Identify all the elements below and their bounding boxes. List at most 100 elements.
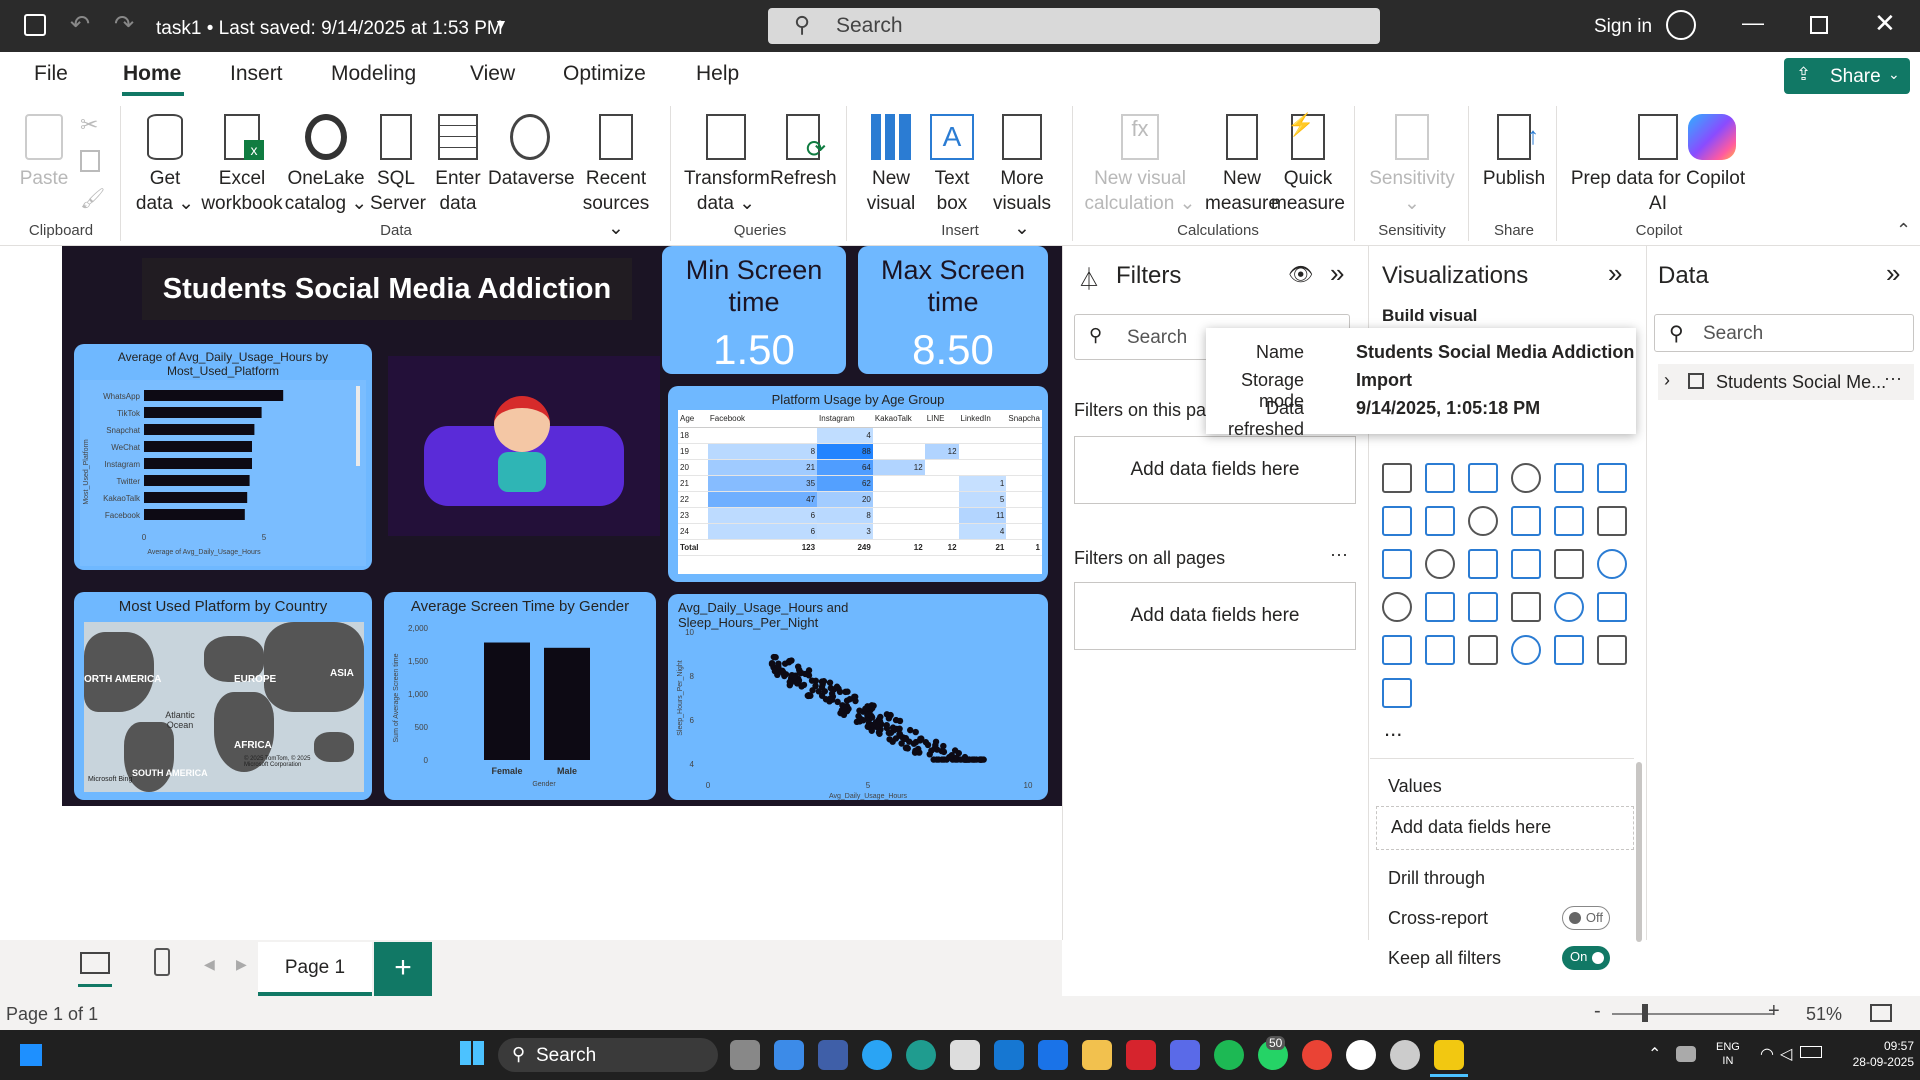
desktop-layout-icon[interactable] [80,952,110,974]
collapse-viz-icon[interactable]: » [1608,258,1622,289]
visual-type-icon[interactable] [1597,463,1627,493]
edge-icon[interactable] [906,1040,936,1070]
more-options-icon[interactable]: ··· [1884,368,1902,389]
text-box-button[interactable]: A Text box [924,114,980,216]
visual-type-icon[interactable] [1511,592,1541,622]
visual-type-icon[interactable] [1597,635,1627,665]
visual-type-icon[interactable] [1511,463,1541,493]
refresh-button[interactable]: ⟳ Refresh [770,114,837,191]
zoom-slider-track[interactable] [1612,1013,1774,1015]
fit-to-page-icon[interactable] [1870,1004,1892,1022]
visual-type-icon[interactable] [1382,549,1412,579]
save-icon[interactable] [24,14,46,36]
undo-icon[interactable]: ↶ [70,10,90,39]
new-measure-button[interactable]: New measure [1204,114,1280,216]
new-visual-calculation-button[interactable]: fx New visual calculation ⌄ [1082,114,1198,216]
keep-filters-toggle[interactable]: On [1562,946,1610,970]
more-options-icon[interactable]: ··· [1330,544,1348,565]
mobile-layout-icon[interactable] [154,948,170,976]
menu-optimize[interactable]: Optimize [563,62,646,86]
chevron-up-icon[interactable]: ⌃ [1648,1044,1661,1064]
quick-measure-button[interactable]: ⚡ Quick measure [1270,112,1346,216]
zoom-level[interactable]: 51% [1806,1004,1842,1025]
devhome-icon[interactable] [818,1040,848,1070]
visual-type-icon[interactable] [1425,592,1455,622]
visual-type-icon[interactable] [1554,635,1584,665]
copy-icon[interactable] [80,150,100,172]
onelake-catalog-button[interactable]: OneLake catalog ⌄ [284,114,368,216]
zoom-slider-thumb[interactable] [1642,1004,1648,1022]
maximize-icon[interactable] [1810,16,1828,34]
more-visuals-ellipsis[interactable]: ... [1384,716,1402,742]
dataverse-button[interactable]: Dataverse [488,114,575,191]
outlook-icon[interactable] [994,1040,1024,1070]
visual-type-icon[interactable] [1382,592,1412,622]
global-search-box[interactable]: ⚲ Search [768,8,1380,44]
country-map[interactable]: Most Used Platform by Country ORTH AMERI… [74,592,372,800]
spotify-icon[interactable] [1214,1040,1244,1070]
viz-scrollbar[interactable] [1636,762,1642,942]
visual-type-icon[interactable] [1425,635,1455,665]
help-icon[interactable] [862,1040,892,1070]
visual-type-icon[interactable] [1554,549,1584,579]
visual-type-icon[interactable] [1511,549,1541,579]
store-icon[interactable] [950,1040,980,1070]
powerbi-icon[interactable] [1434,1040,1464,1070]
visual-type-icon[interactable] [1425,463,1455,493]
volume-icon[interactable]: ◁ [1780,1044,1792,1064]
cut-icon[interactable]: ✂ [80,112,98,138]
visual-type-icon[interactable] [1425,506,1455,536]
start-button-icon[interactable] [460,1041,484,1065]
data-search-input[interactable]: ⚲ Search [1654,314,1914,352]
file-explorer-icon[interactable] [1082,1040,1112,1070]
tray-icon[interactable] [1676,1046,1696,1062]
visual-type-icon[interactable] [1597,549,1627,579]
cross-report-toggle[interactable]: Off [1562,906,1610,930]
visual-type-icon[interactable] [1468,592,1498,622]
visual-type-icon[interactable] [1382,463,1412,493]
gender-bar-chart[interactable]: Average Screen Time by Gender 2,000 1,500… [384,592,656,800]
redo-icon[interactable]: ↷ [114,10,134,39]
visual-type-icon[interactable] [1468,635,1498,665]
wifi-icon[interactable]: ◠ [1760,1044,1774,1064]
platform-bar-chart[interactable]: Average of Avg_Daily_Usage_Hours by Most… [74,344,372,570]
vscode-icon[interactable] [774,1040,804,1070]
visual-type-icon[interactable] [1554,592,1584,622]
format-painter-icon[interactable]: 🖌 [80,186,105,211]
recent-sources-button[interactable]: Recent sources ⌄ [574,114,658,241]
menu-view[interactable]: View [470,62,515,86]
visual-type-icon[interactable] [1468,463,1498,493]
title-dropdown-icon[interactable]: ▼ [494,16,508,32]
task-view-icon[interactable] [730,1040,760,1070]
visual-type-icon[interactable] [1597,592,1627,622]
visual-type-icon[interactable] [1597,506,1627,536]
enter-data-button[interactable]: Enter data [430,114,486,216]
taskbar-search[interactable]: ⚲ Search [498,1038,718,1072]
add-page-button[interactable]: + [374,942,432,996]
sql-server-button[interactable]: SQL Server [370,114,426,216]
minimize-icon[interactable]: — [1742,10,1764,36]
language-indicator[interactable]: ENG IN [1716,1040,1740,1068]
visual-type-icon[interactable] [1425,549,1455,579]
collapse-data-icon[interactable]: » [1886,258,1900,289]
eye-icon[interactable]: 👁 [1288,262,1313,287]
visual-type-icon[interactable] [1554,506,1584,536]
menu-home[interactable]: Home [123,62,181,86]
app-icon[interactable] [1038,1040,1068,1070]
zoom-in-icon[interactable]: + [1768,1000,1780,1023]
page-tab-1[interactable]: Page 1 [258,942,372,996]
menu-modeling[interactable]: Modeling [331,62,416,86]
collapse-filters-icon[interactable]: » [1330,258,1344,289]
publish-button[interactable]: ↑ Publish [1476,114,1552,191]
get-data-button[interactable]: Get data ⌄ [134,114,196,216]
visual-type-icon[interactable] [1382,506,1412,536]
filters-this-page-drop[interactable]: Add data fields here [1074,436,1356,504]
visual-type-icon[interactable] [1468,549,1498,579]
visual-type-icon[interactable] [1554,463,1584,493]
battery-icon[interactable] [1800,1046,1822,1058]
visual-type-icon[interactable] [1511,506,1541,536]
report-title[interactable]: Students Social Media Addiction [142,258,632,320]
sensitivity-button[interactable]: Sensitivity ⌄ [1366,114,1458,216]
usage-sleep-scatter[interactable]: Avg_Daily_Usage_Hours and Sleep_Hours_Pe… [668,594,1048,800]
new-visual-button[interactable]: New visual [860,114,922,216]
